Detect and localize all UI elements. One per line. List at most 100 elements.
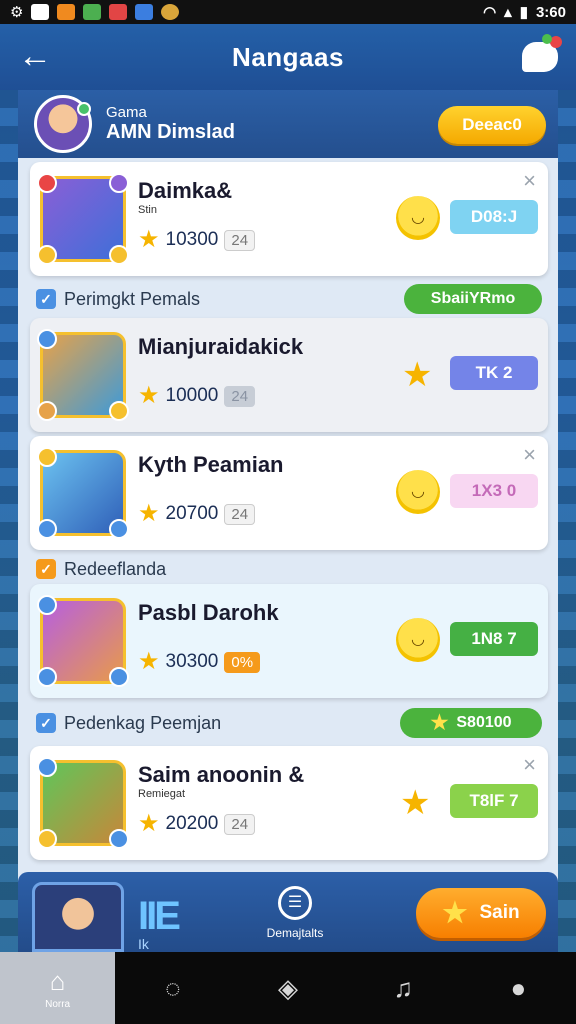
checkbox-icon[interactable]: ✓ — [36, 289, 56, 309]
rating: ★ 10300 24 — [138, 226, 256, 253]
checkbox-icon[interactable]: ✓ — [36, 713, 56, 733]
status-time: 3:60 — [535, 3, 566, 21]
game-card[interactable]: Mianjuraidakick ★ 10000 24 ★ TK 2 — [30, 318, 548, 432]
badge-icon — [109, 519, 129, 539]
close-icon[interactable]: × — [523, 752, 536, 778]
page-title: Nangaas — [232, 41, 344, 72]
section-pill-label: S80100 — [456, 714, 512, 731]
brand-logo-sub: Ik — [138, 936, 149, 952]
count-tag: 24 — [224, 229, 256, 251]
battery-icon: ▮ — [519, 4, 528, 21]
status-right: ◠ ▴ ▮ 3:60 — [483, 3, 566, 22]
badge-icon — [37, 595, 57, 615]
star-icon: ★ — [138, 648, 160, 675]
score-value: 10000 — [165, 385, 219, 406]
profile-action-button[interactable]: Deeac0 — [438, 106, 546, 144]
star-icon: ★ — [138, 382, 160, 409]
star-icon: ★ — [138, 810, 160, 837]
game-thumbnail — [37, 447, 129, 539]
details-button[interactable]: ☰ Demajtalts — [260, 886, 330, 940]
badge-icon — [37, 329, 57, 349]
status-left: ⚙ — [10, 3, 180, 21]
game-card[interactable]: Pasbl Darohk ★ 30300 0% ◡ 1N8 7 — [30, 584, 548, 698]
status-pill[interactable]: 1N8 7 — [450, 622, 538, 656]
mascot-icon: ◡ — [396, 196, 440, 240]
mascot-icon: ◡ — [396, 470, 440, 514]
chat-bubble-icon[interactable] — [522, 34, 562, 72]
game-subtitle: Stin — [138, 204, 157, 216]
music-icon: ♫ — [393, 972, 413, 1003]
section-header: ✓ Perimgkt Pemals SbaiiYRmo — [36, 284, 542, 314]
nav-chat-search[interactable]: ◌ — [115, 952, 230, 1024]
badge-icon — [37, 401, 57, 421]
mascot-icon: ◡ — [396, 618, 440, 662]
app-icon-green — [83, 4, 102, 20]
wifi-icon: ◠ — [483, 4, 497, 21]
nav-home[interactable]: ⌂ Norra — [0, 952, 116, 1024]
player-avatar[interactable] — [32, 882, 124, 952]
badge-icon — [109, 173, 129, 193]
game-icon — [161, 4, 180, 20]
game-card[interactable]: Daimka& Stin ★ 10300 24 ◡ D08:J × — [30, 162, 548, 276]
rating: ★ 20200 24 — [138, 810, 256, 837]
section-label: Redeeflanda — [64, 558, 167, 579]
star-icon: ★ — [138, 500, 160, 527]
close-icon[interactable]: × — [523, 168, 536, 194]
star-icon: ★ — [400, 784, 431, 822]
rating: ★ 20700 24 — [138, 500, 256, 527]
game-card[interactable]: Saim anoonin & Remiegat ★ 20200 24 ★ T8l… — [30, 746, 548, 860]
status-bar: ⚙ ◠ ▴ ▮ 3:60 — [0, 0, 576, 24]
status-pill[interactable]: TK 2 — [450, 356, 538, 390]
score-value: 30300 — [165, 651, 219, 672]
signal-icon: ▴ — [504, 4, 512, 21]
section-label: Perimgkt Pemals — [64, 288, 201, 309]
close-icon[interactable]: × — [523, 442, 536, 468]
shield-icon — [135, 4, 154, 20]
avatar[interactable] — [34, 95, 92, 153]
star-icon: ★ — [138, 226, 160, 253]
app-icon-red — [109, 4, 128, 20]
status-pill[interactable]: D08:J — [450, 200, 538, 234]
game-title: Pasbl Darohk — [138, 600, 279, 625]
checkbox-icon[interactable]: ✓ — [36, 559, 56, 579]
nav-label: Norra — [45, 999, 71, 1010]
settings-icon: ⚙ — [10, 4, 24, 21]
game-title: Mianjuraidakick — [138, 334, 304, 359]
profile-name: AMN Dimslad — [106, 121, 235, 143]
home-icon: ⌂ — [49, 966, 66, 996]
list-icon: ☰ — [278, 886, 312, 920]
star-icon: ★ — [402, 356, 433, 394]
badge-icon — [109, 829, 129, 849]
section-pill[interactable]: SbaiiYRmo — [404, 284, 542, 314]
rating: ★ 30300 0% — [138, 648, 261, 675]
primary-action-button[interactable]: ★ Sain — [416, 888, 546, 938]
image-icon — [31, 4, 50, 20]
game-title: Kyth Peamian — [138, 452, 284, 477]
score-value: 10300 — [165, 229, 219, 250]
nav-music[interactable]: ♫ — [346, 952, 461, 1024]
status-pill[interactable]: T8lF 7 — [450, 784, 538, 818]
badge-icon — [37, 519, 57, 539]
badge-icon — [37, 447, 57, 467]
count-tag: 24 — [224, 385, 256, 407]
star-icon: ★ — [442, 897, 468, 928]
game-title: Saim anoonin & — [138, 762, 305, 787]
game-card[interactable]: Kyth Peamian ★ 20700 24 ◡ 1X3 0 × — [30, 436, 548, 550]
badge-icon — [37, 757, 57, 777]
game-thumbnail — [37, 757, 129, 849]
count-tag: 0% — [224, 651, 261, 673]
section-pill[interactable]: ★ S80100 — [400, 708, 542, 738]
arrow-left-icon[interactable]: ← — [18, 36, 52, 76]
status-pill[interactable]: 1X3 0 — [450, 474, 538, 508]
profile-subtitle: Gama — [106, 104, 147, 121]
nav-box[interactable]: ◈ — [230, 952, 345, 1024]
nav-profile[interactable]: ● — [461, 952, 576, 1024]
section-header: ✓ Redeeflanda — [36, 554, 542, 584]
primary-action-label: Sain — [479, 902, 520, 923]
score-value: 20700 — [165, 503, 219, 524]
badge-icon — [109, 667, 129, 687]
count-tag: 24 — [224, 503, 256, 525]
section-header: ✓ Pedenkag Peemjan ★ S80100 — [36, 708, 542, 738]
chat-search-icon: ◌ — [165, 972, 181, 1003]
person-icon: ● — [510, 972, 527, 1003]
